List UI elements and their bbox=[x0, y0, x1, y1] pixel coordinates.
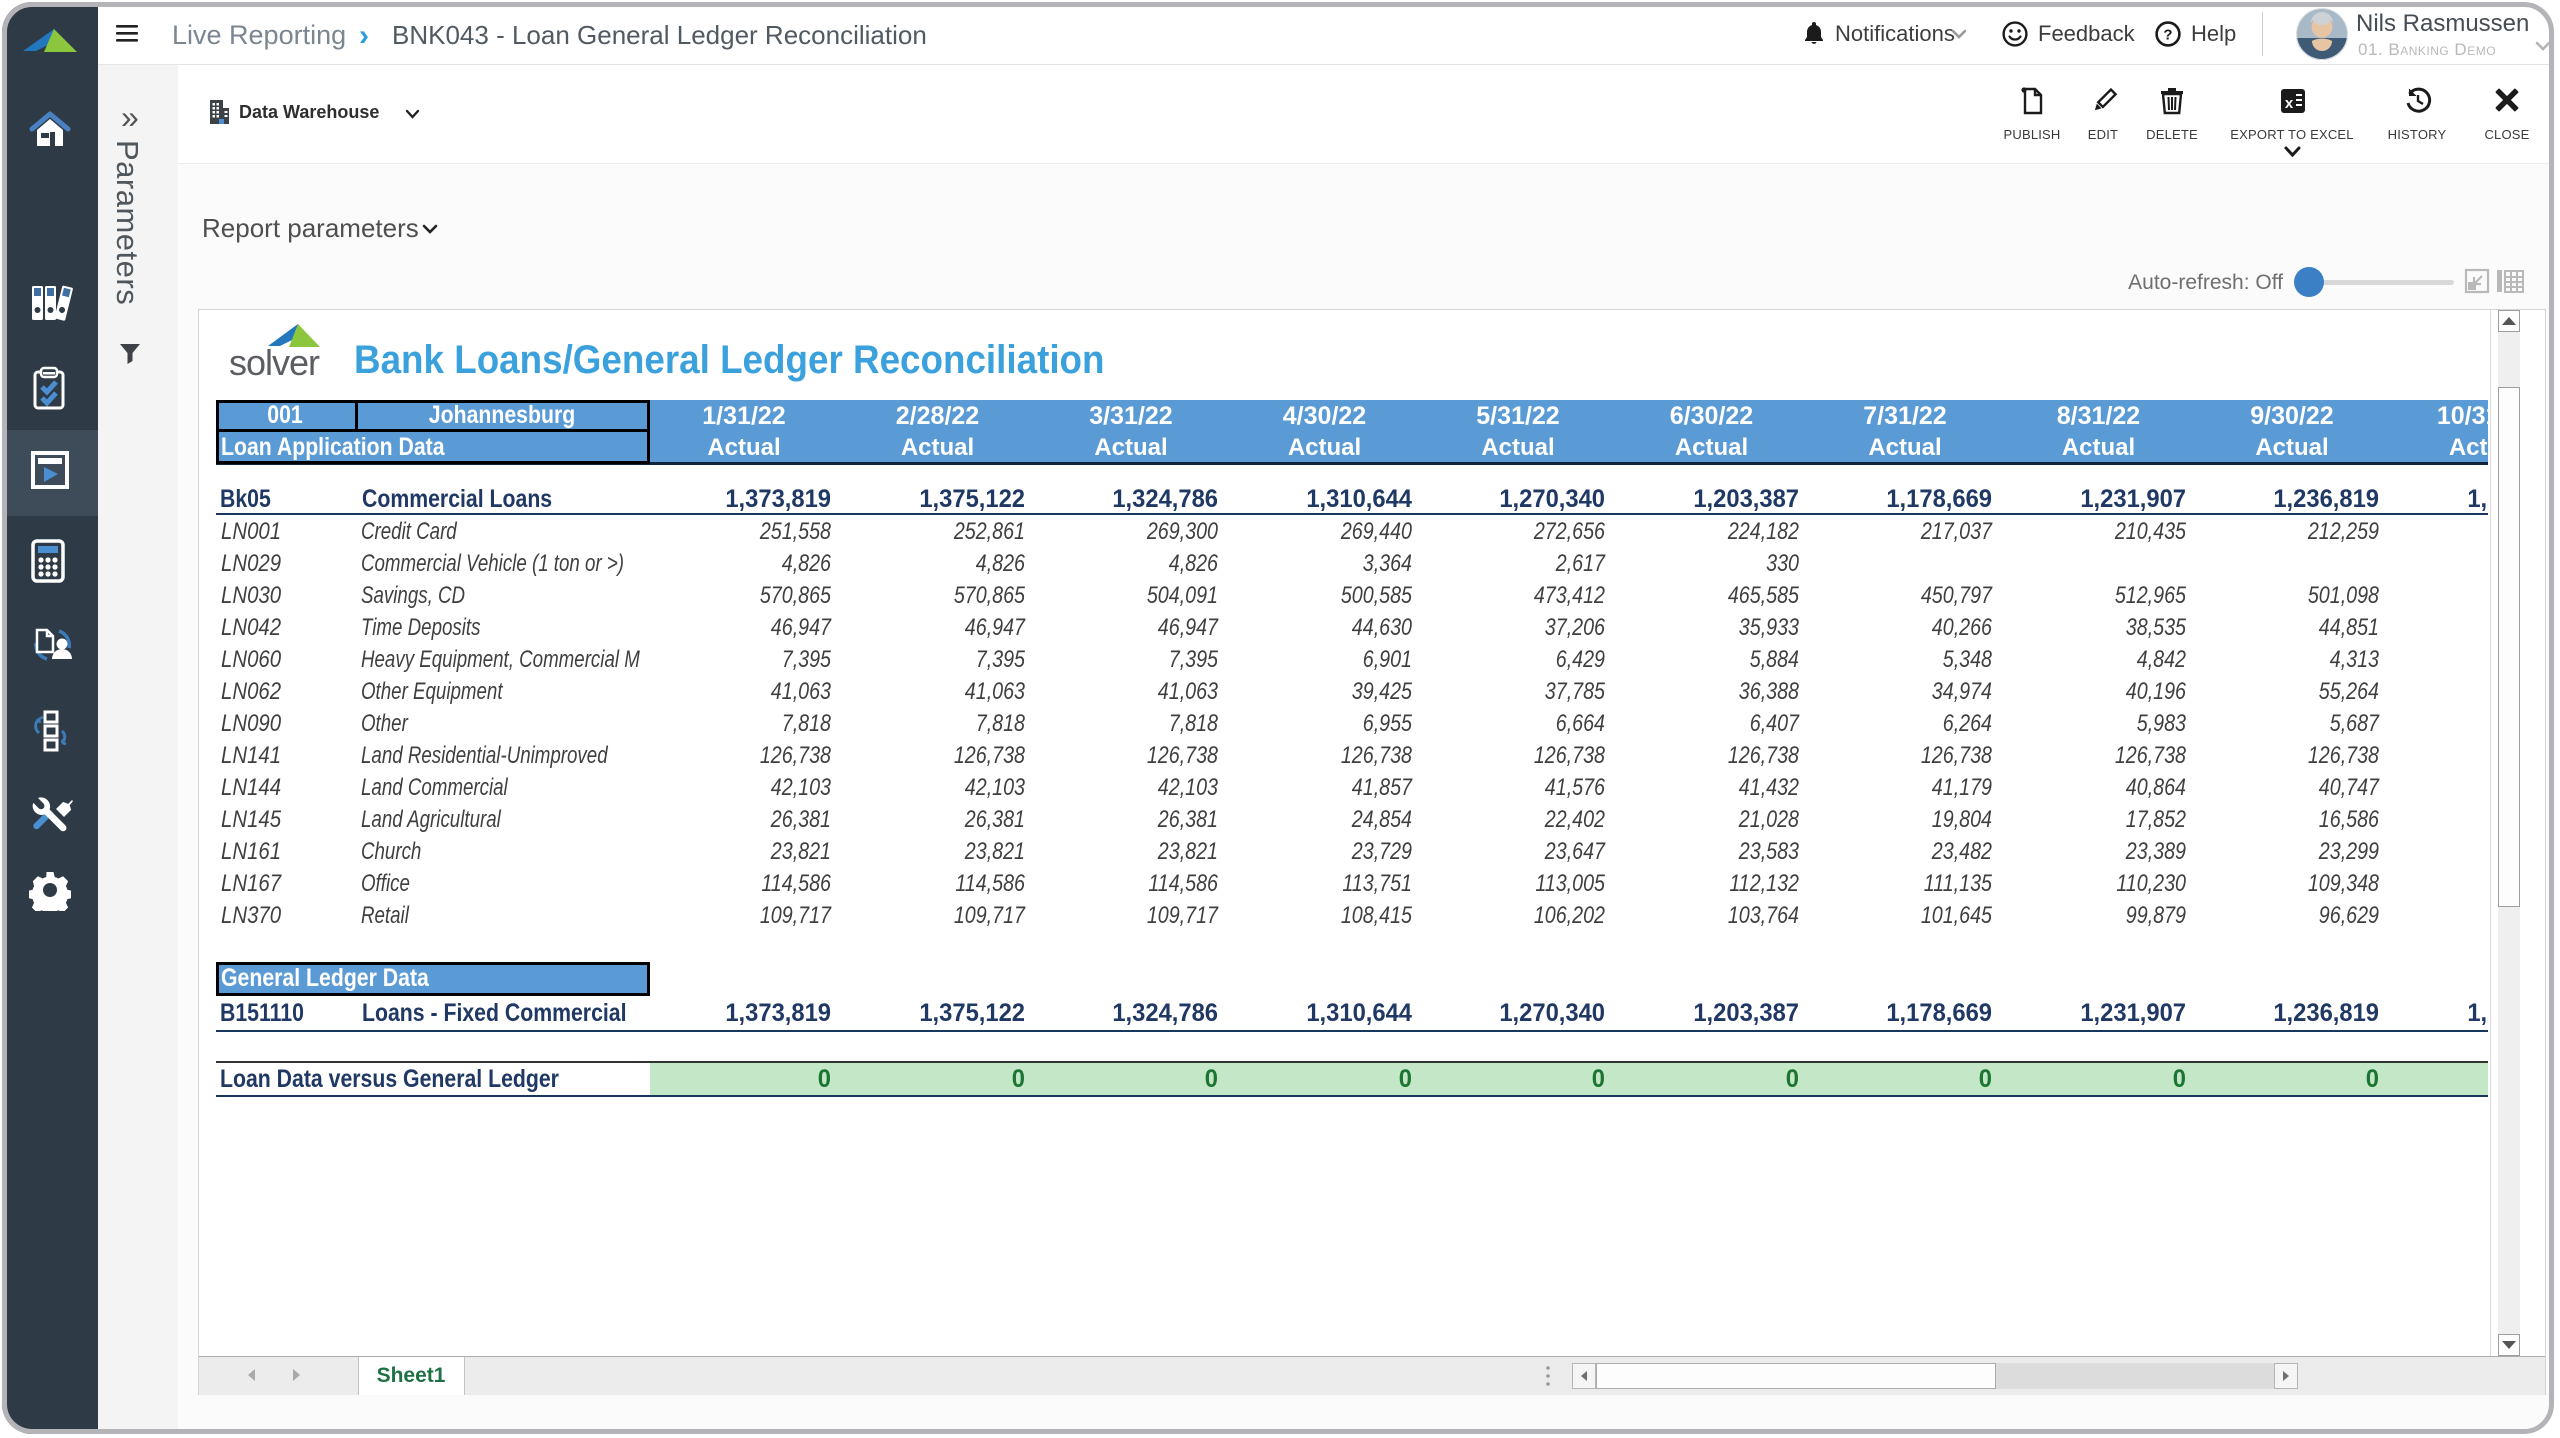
svg-text:?: ? bbox=[2163, 27, 2172, 44]
svg-text:x: x bbox=[2284, 95, 2293, 112]
